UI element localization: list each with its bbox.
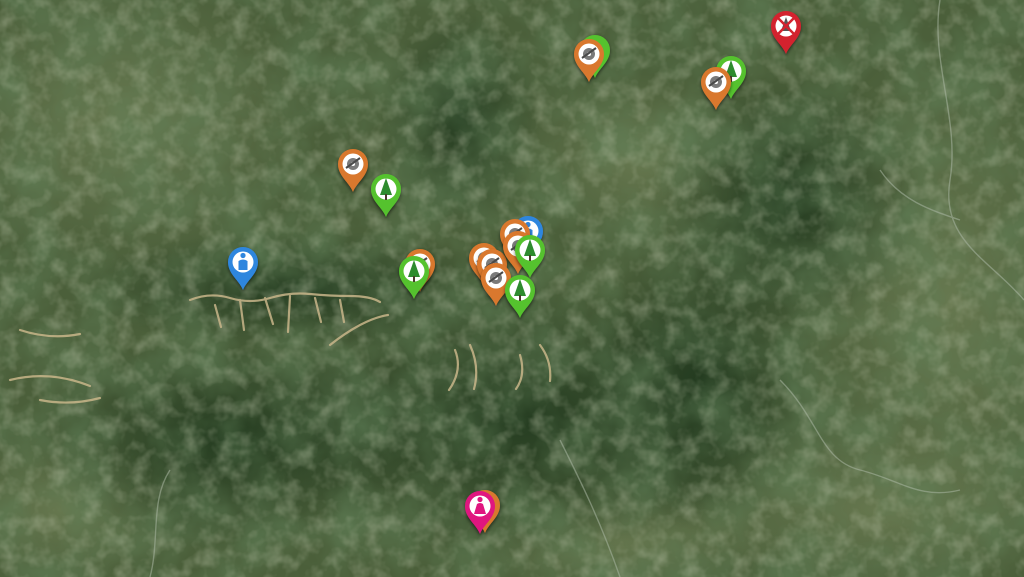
saw-blade-icon [338, 149, 368, 192]
marker-sawmill[interactable] [335, 146, 371, 194]
marker-forest[interactable] [396, 253, 432, 301]
saw-blade-icon [701, 67, 731, 110]
marker-sawmill[interactable] [571, 35, 610, 84]
marker-person[interactable] [225, 244, 261, 292]
tree-icon [505, 275, 535, 318]
marker-forest[interactable] [368, 171, 404, 219]
tree-icon [371, 174, 401, 217]
person-female-icon [465, 490, 500, 534]
marker-sawmill[interactable] [698, 64, 734, 112]
person-icon [228, 247, 258, 290]
crossed-tree-icon [771, 11, 801, 54]
saw-blade-icon [574, 35, 610, 82]
marker-forest[interactable] [502, 272, 538, 320]
tree-icon [399, 256, 429, 299]
satellite-map[interactable] [0, 0, 1024, 577]
marker-blocked-site[interactable] [768, 8, 804, 56]
marker-person-female[interactable] [462, 488, 500, 536]
